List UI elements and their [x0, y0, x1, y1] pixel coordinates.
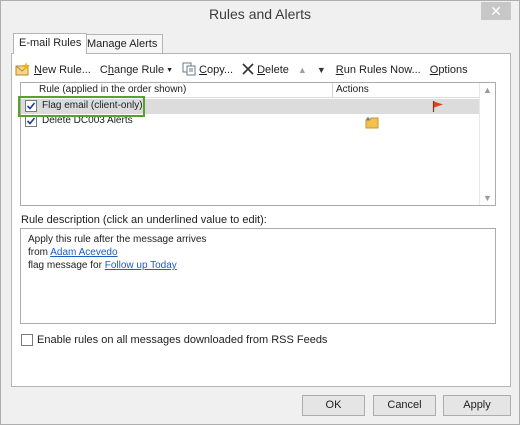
- copy-button[interactable]: Copy...: [182, 62, 233, 79]
- options-button[interactable]: Options: [430, 64, 468, 76]
- description-line: flag message for Follow up Today: [28, 260, 177, 271]
- apply-button[interactable]: Apply: [443, 395, 511, 416]
- move-up-arrow-icon[interactable]: ▲: [298, 65, 307, 75]
- scroll-up-icon[interactable]: ▲: [483, 85, 492, 95]
- cancel-button[interactable]: Cancel: [373, 395, 436, 416]
- window-title: Rules and Alerts: [209, 6, 311, 22]
- rule-description-box: Apply this rule after the message arrive…: [20, 228, 496, 324]
- run-rules-now-button[interactable]: Run Rules Now...: [336, 64, 421, 76]
- column-separator: [332, 83, 333, 98]
- ok-button[interactable]: OK: [302, 395, 365, 416]
- rules-toolbar: New Rule... Change Rule ▼ Copy... Delete…: [15, 59, 477, 81]
- change-rule-button[interactable]: Change Rule ▼: [100, 64, 173, 76]
- delete-button[interactable]: Delete: [242, 62, 289, 78]
- rss-rules-checkbox[interactable]: [21, 334, 33, 346]
- rules-list-scrollbar[interactable]: ▲ ▼: [479, 83, 495, 205]
- rss-rules-option[interactable]: Enable rules on all messages downloaded …: [21, 334, 327, 346]
- rule-description-label: Rule description (click an underlined va…: [21, 214, 267, 226]
- tab-manage-alerts[interactable]: Manage Alerts: [81, 34, 164, 53]
- checkmark-icon: [26, 117, 36, 125]
- close-button[interactable]: ✕: [481, 2, 511, 20]
- from-sender-link[interactable]: Adam Acevedo: [50, 247, 117, 258]
- rss-rules-label: Enable rules on all messages downloaded …: [37, 334, 328, 346]
- move-to-folder-icon: [365, 116, 380, 132]
- tab-email-rules[interactable]: E-mail Rules: [13, 33, 88, 54]
- chevron-down-icon: ▼: [166, 66, 174, 74]
- selected-rule-highlight: [18, 96, 145, 117]
- copy-icon: [182, 62, 196, 79]
- new-rule-icon: [15, 61, 31, 79]
- new-rule-button[interactable]: New Rule...: [15, 61, 91, 79]
- column-header-rule[interactable]: Rule (applied in the order shown): [39, 84, 186, 95]
- column-header-actions[interactable]: Actions: [336, 84, 369, 95]
- rules-and-alerts-dialog: Rules and Alerts ✕ E-mail Rules Manage A…: [0, 0, 520, 425]
- flag-type-link[interactable]: Follow up Today: [105, 260, 177, 271]
- delete-x-icon: [242, 62, 254, 78]
- description-line: from Adam Acevedo: [28, 247, 118, 258]
- move-down-arrow-icon[interactable]: ▼: [317, 65, 326, 75]
- title-bar: Rules and Alerts ✕: [1, 1, 519, 29]
- description-line: Apply this rule after the message arrive…: [28, 234, 207, 245]
- scroll-down-icon[interactable]: ▼: [483, 193, 492, 203]
